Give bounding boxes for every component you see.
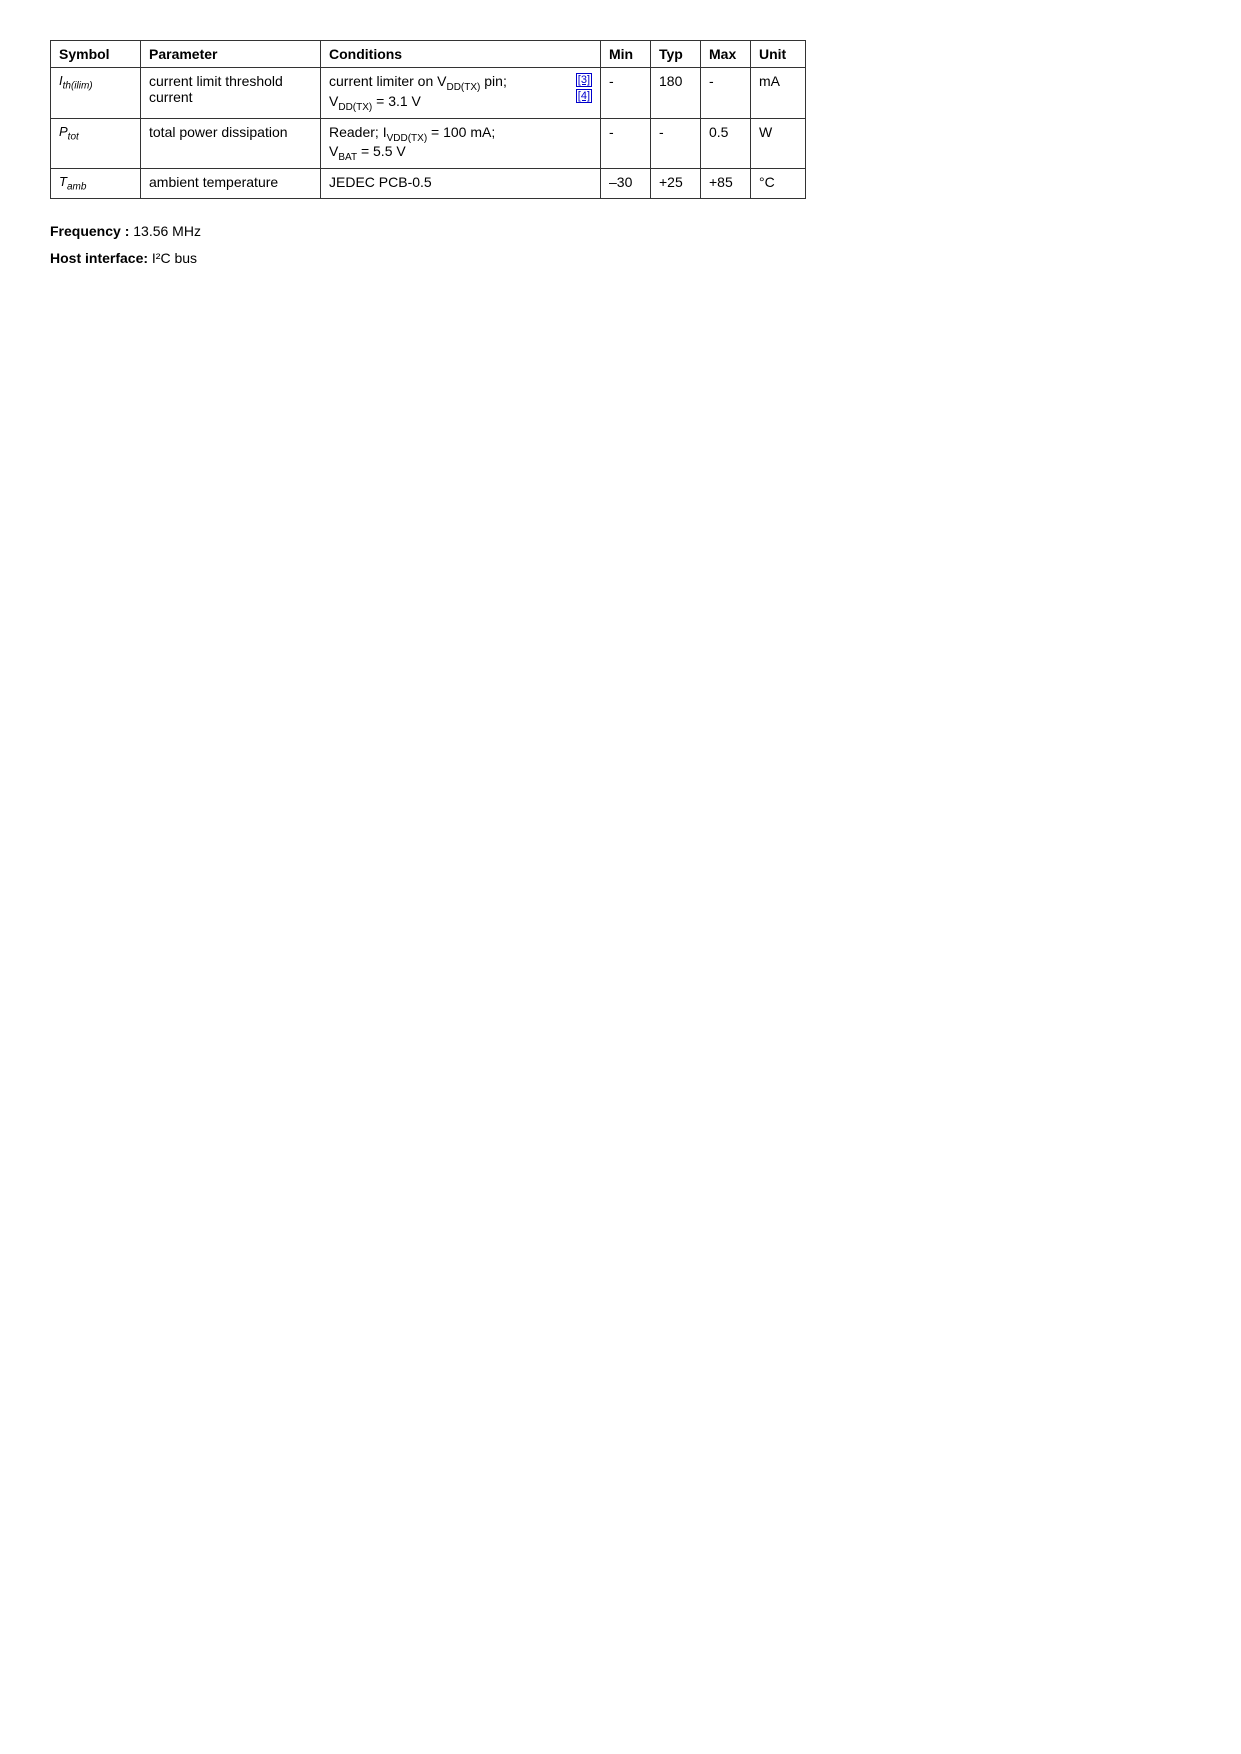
footer-section: Frequency : 13.56 MHz Host interface: I²…: [50, 219, 1191, 271]
typ-tamb: +25: [651, 169, 701, 199]
frequency-label: Frequency :: [50, 223, 129, 239]
unit-ithlim: mA: [751, 68, 806, 119]
frequency-line: Frequency : 13.56 MHz: [50, 219, 1191, 244]
min-ptot: -: [601, 118, 651, 169]
header-symbol: Symbol: [51, 41, 141, 68]
conditions-ithlim: current limiter on VDD(TX) pin; VDD(TX) …: [321, 68, 601, 119]
conditions-ptot: Reader; IVDD(TX) = 100 mA; VBAT = 5.5 V: [321, 118, 601, 169]
header-parameter: Parameter: [141, 41, 321, 68]
max-ithlim: -: [701, 68, 751, 119]
header-max: Max: [701, 41, 751, 68]
frequency-value: 13.56 MHz: [129, 223, 201, 239]
parameter-ithlim: current limit threshold current: [141, 68, 321, 119]
max-tamb: +85: [701, 169, 751, 199]
specs-table-container: Symbol Parameter Conditions Min Typ Max …: [50, 40, 1191, 199]
host-label: Host interface:: [50, 250, 148, 266]
unit-ptot: W: [751, 118, 806, 169]
unit-tamb: °C: [751, 169, 806, 199]
ref4-link[interactable]: [4]: [576, 89, 592, 103]
min-ithlim: -: [601, 68, 651, 119]
symbol-ithlim: Ith(ilim): [51, 68, 141, 119]
refs-ithlim: [3] [4]: [576, 73, 592, 103]
parameter-ptot: total power dissipation: [141, 118, 321, 169]
header-typ: Typ: [651, 41, 701, 68]
header-min: Min: [601, 41, 651, 68]
table-row: Tamb ambient temperature JEDEC PCB-0.5 –…: [51, 169, 806, 199]
typ-ptot: -: [651, 118, 701, 169]
host-value: I²C bus: [148, 250, 197, 266]
host-interface-line: Host interface: I²C bus: [50, 246, 1191, 271]
symbol-ptot: Ptot: [51, 118, 141, 169]
header-unit: Unit: [751, 41, 806, 68]
parameter-tamb: ambient temperature: [141, 169, 321, 199]
symbol-sub-ptot: tot: [68, 131, 79, 142]
conditions-tamb: JEDEC PCB-0.5: [321, 169, 601, 199]
conditions-text-ithlim: current limiter on VDD(TX) pin; VDD(TX) …: [329, 73, 572, 113]
specs-table: Symbol Parameter Conditions Min Typ Max …: [50, 40, 806, 199]
header-conditions: Conditions: [321, 41, 601, 68]
max-ptot: 0.5: [701, 118, 751, 169]
ref3-link[interactable]: [3]: [576, 73, 592, 87]
symbol-sub-tamb: amb: [67, 182, 86, 193]
symbol-tamb: Tamb: [51, 169, 141, 199]
typ-ithlim: 180: [651, 68, 701, 119]
table-row: Ptot total power dissipation Reader; IVD…: [51, 118, 806, 169]
table-row: Ith(ilim) current limit threshold curren…: [51, 68, 806, 119]
symbol-sub-ithlim: th(ilim): [63, 81, 93, 92]
min-tamb: –30: [601, 169, 651, 199]
